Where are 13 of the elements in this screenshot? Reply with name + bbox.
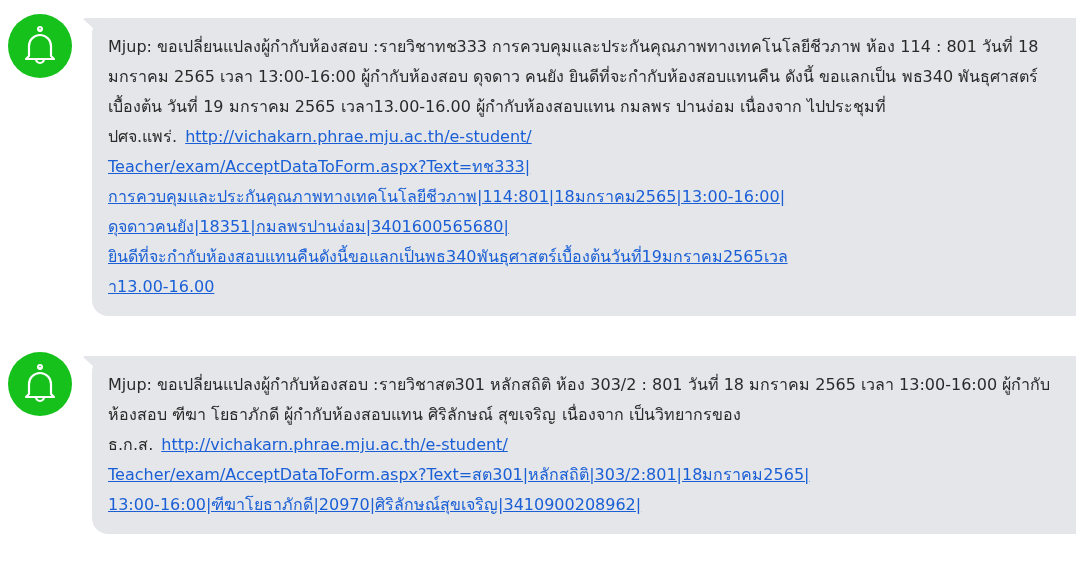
message-link[interactable]: ดุจดาวคนยัง|18351|กมลพรปานง่อม|3401600565680| — [108, 217, 509, 236]
message-link[interactable]: http://vichakarn.phrae.mju.ac.th/e-student/ — [161, 435, 508, 454]
bell-icon — [8, 352, 72, 416]
message-link[interactable]: 13:00-16:00|ฑีฆาโยธาภักดี|20970|ศิริลักษณ์สุขเจริญ|3410900208962| — [108, 495, 642, 514]
message-link[interactable]: การควบคุมและประกันคุณภาพทางเทคโนโลยีชีวภาพ|114:801|18มกราคม2565|13:00-16:00| — [108, 187, 786, 206]
message-text: Mjup: ขอเปลี่ยนแปลงผู้กำกับห้องสอบ :รายวิชาทช333 การควบคุมและประกันคุณภาพทางเทคโนโลยีชีวภาพ ห้อง 114 : 801 วันที่ 18 มกราคม 2565 เวลา 13:00-16:00 ผู้กำกับห้องสอบ ดุจดาว คนยัง ยินดีที่จะกำกับห้องสอบแทนคืน ดังนี้ ขอแลกเป็น พธ340 พันธุศาสตร์เบื้องต้น วันที่ 19 มกราคม 2565 เวลา13.00-16.00 ผู้กำกับห้องสอบแทน กมลพร ปานง่อม เนื่องจาก ไปประชุมที่ ปศจ.แพร่. http://vichakarn.phrae.mju.ac.th/e-student/ Teacher/exam/AcceptDataToForm.aspx?Text=ทช333| การควบคุมและประกันคุณภาพทางเทคโนโลยีชีวภาพ|114:801|18มกราคม2565|13:00-16:00| ดุจดาวคนยัง|18351|กมลพรปานง่อม|3401600565680| ยินดีที่จะกำกับห้องสอบแทนคืนดังนี้ขอแลกเป็นพธ340พันธุศาสตร์เบื้องต้นวันที่19มกราคม2565เวล า13.00-16.00 — [108, 35, 1040, 298]
message-link[interactable]: Teacher/exam/AcceptDataToForm.aspx?Text=สต301|หลักสถิติ|303/2:801|18มกราคม2565| — [108, 465, 810, 484]
message-text: Mjup: ขอเปลี่ยนแปลงผู้กำกับห้องสอบ :รายวิชาสต301 หลักสถิติ ห้อง 303/2 : 801 วันที่ 18 มกราคม 2565 เวลา 13:00-16:00 ผู้กำกับห้องสอบ ฑีฆา โยธาภักดี ผู้กำกับห้องสอบแทน ศิริลักษณ์ สุขเจริญ เนื่องจาก เป็นวิทยากรของธ.ก.ส. http://vichakarn.phrae.mju.ac.th/e-student/ Teacher/exam/AcceptDataToForm.aspx?Text=สต301|หลักสถิติ|303/2:801|18มกราคม2565| 13:00-16:00|ฑีฆาโยธาภักดี|20970|ศิริลักษณ์สุขเจริญ|3410900208962| — [108, 373, 1052, 517]
message-link[interactable]: า13.00-16.00 — [108, 277, 215, 296]
message-link[interactable]: http://vichakarn.phrae.mju.ac.th/e-student/ — [185, 127, 532, 146]
message-link[interactable]: ยินดีที่จะกำกับห้องสอบแทนคืนดังนี้ขอแลกเป็นพธ340พันธุศาสตร์เบื้องต้นวันที่19มกราคม2565เวล — [108, 247, 788, 266]
message-link[interactable]: Teacher/exam/AcceptDataToForm.aspx?Text=ทช333| — [108, 157, 531, 176]
bell-icon — [8, 14, 72, 78]
